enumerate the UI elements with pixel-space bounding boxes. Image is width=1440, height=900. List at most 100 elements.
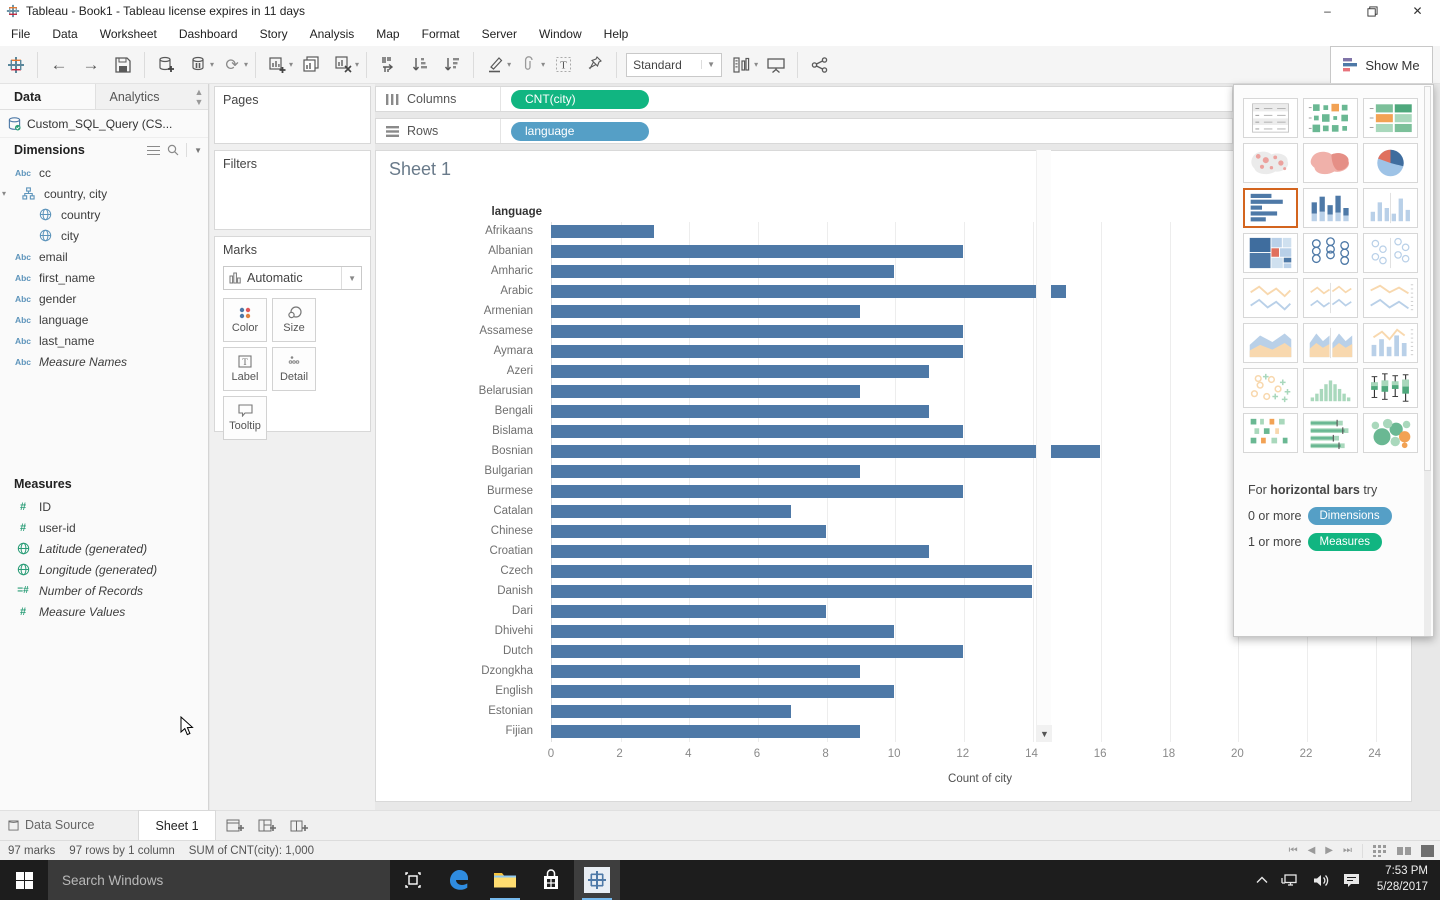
sort-ascending-icon[interactable] [405, 50, 435, 80]
show-me-stacked-bars[interactable] [1303, 188, 1358, 228]
bar-dzongkha[interactable] [551, 665, 860, 678]
bar-dutch[interactable] [551, 645, 963, 658]
filters-shelf[interactable]: Filters [214, 150, 371, 230]
show-me-packed-bubbles[interactable] [1363, 413, 1418, 453]
search-input[interactable] [48, 860, 390, 900]
rows-shelf[interactable]: Rows language [375, 118, 1233, 144]
new-worksheet-button[interactable] [222, 814, 248, 840]
highlight-icon[interactable] [480, 50, 510, 80]
new-data-source-icon[interactable] [151, 50, 181, 80]
measure-number-of-records[interactable]: =# Number of Records [0, 580, 208, 601]
scroll-down-icon[interactable]: ▼ [1037, 725, 1052, 742]
bar-danish[interactable] [551, 585, 1032, 598]
label-button[interactable]: T Label [223, 347, 267, 391]
category-label[interactable]: Amharic [376, 265, 542, 277]
taskbar-search[interactable] [48, 860, 390, 900]
tab-data[interactable]: Data [0, 84, 96, 109]
last-sheet-icon[interactable]: ⏭ [1343, 845, 1352, 856]
bar-afrikaans[interactable] [551, 225, 654, 238]
show-me-symbol-map[interactable] [1243, 143, 1298, 183]
pane-splitter-icon[interactable]: ▲ ▼ [190, 84, 208, 109]
category-label[interactable]: English [376, 685, 542, 697]
dimension-gender[interactable]: Abc gender [0, 288, 208, 309]
minimize-button[interactable]: – [1305, 0, 1350, 22]
size-button[interactable]: Size [272, 298, 316, 342]
show-me-dual-lines[interactable] [1363, 278, 1418, 318]
share-icon[interactable] [804, 50, 834, 80]
network-icon[interactable] [1281, 873, 1299, 888]
pause-updates-icon[interactable] [183, 50, 213, 80]
measure-user-id[interactable]: # user-id [0, 517, 208, 538]
category-label[interactable]: Bosnian [376, 445, 542, 457]
menu-data[interactable]: Data [41, 22, 88, 46]
dimension-language[interactable]: Abc language [0, 309, 208, 330]
measure-latitude-generated-[interactable]: Latitude (generated) [0, 538, 208, 559]
category-label[interactable]: Chinese [376, 525, 542, 537]
bar-bulgarian[interactable] [551, 465, 860, 478]
refresh-icon[interactable]: ⟳ [217, 50, 247, 80]
menu-worksheet[interactable]: Worksheet [89, 22, 168, 46]
tab-analytics[interactable]: Analytics [96, 84, 191, 109]
pane-menu-icon[interactable]: ▼ [194, 146, 202, 155]
menu-dashboard[interactable]: Dashboard [168, 22, 249, 46]
category-label[interactable]: Dzongkha [376, 665, 542, 677]
show-me-gantt[interactable] [1243, 413, 1298, 453]
bar-czech[interactable] [551, 565, 1032, 578]
sort-descending-icon[interactable] [437, 50, 467, 80]
show-hide-cards-icon[interactable] [727, 50, 757, 80]
new-worksheet-icon[interactable] [262, 50, 292, 80]
bar-amharic[interactable] [551, 265, 895, 278]
presentation-mode-icon[interactable] [761, 50, 791, 80]
menu-story[interactable]: Story [249, 22, 299, 46]
bar-burmese[interactable] [551, 485, 963, 498]
dimension-last-name[interactable]: Abc last_name [0, 330, 208, 351]
measure-id[interactable]: # ID [0, 496, 208, 517]
columns-shelf[interactable]: Columns CNT(city) [375, 86, 1233, 112]
show-me-heat-map[interactable] [1303, 98, 1358, 138]
filmstrip-icon[interactable] [1397, 845, 1411, 857]
bar-aymara[interactable] [551, 345, 963, 358]
menu-analysis[interactable]: Analysis [299, 22, 366, 46]
edge-icon[interactable] [436, 860, 482, 900]
show-me-area-discrete[interactable] [1303, 323, 1358, 363]
tableau-taskbar-icon[interactable] [574, 860, 620, 900]
category-label[interactable]: Burmese [376, 485, 542, 497]
show-me-side-by-side-bars[interactable] [1363, 188, 1418, 228]
measure-longitude-generated-[interactable]: Longitude (generated) [0, 559, 208, 580]
bar-belarusian[interactable] [551, 385, 860, 398]
view-list-icon[interactable] [147, 145, 161, 156]
store-icon[interactable] [528, 860, 574, 900]
category-label[interactable]: Albanian [376, 245, 542, 257]
menu-format[interactable]: Format [411, 22, 471, 46]
category-label[interactable]: Dhivehi [376, 625, 542, 637]
presentation-film-icon[interactable] [1421, 844, 1434, 857]
start-button[interactable] [0, 860, 48, 900]
dimension-country-city[interactable]: ▾ country, city [0, 183, 208, 204]
rows-pill-language[interactable]: language [511, 121, 649, 141]
restore-button[interactable] [1350, 0, 1395, 22]
bar-dhivehi[interactable] [551, 625, 895, 638]
tab-data-source[interactable]: Data Source [0, 810, 108, 840]
category-label[interactable]: Arabic [376, 285, 542, 297]
task-view-button[interactable] [390, 860, 436, 900]
datasource-item[interactable]: Custom_SQL_Query (CS... [0, 110, 208, 138]
bar-croatian[interactable] [551, 545, 929, 558]
detail-button[interactable]: Detail [272, 347, 316, 391]
columns-pill-cnt-city-[interactable]: CNT(city) [511, 89, 649, 109]
next-sheet-icon[interactable]: ▶ [1325, 845, 1333, 856]
category-label[interactable]: Afrikaans [376, 225, 542, 237]
show-me-dual-combination[interactable] [1363, 323, 1418, 363]
menu-help[interactable]: Help [593, 22, 640, 46]
dimension-first-name[interactable]: Abc first_name [0, 267, 208, 288]
bar-fijian[interactable] [551, 725, 860, 738]
show-me-scrollbar[interactable] [1424, 86, 1431, 636]
category-label[interactable]: Danish [376, 585, 542, 597]
category-label[interactable]: Bengali [376, 405, 542, 417]
category-label[interactable]: Estonian [376, 705, 542, 717]
swap-axes-icon[interactable] [373, 50, 403, 80]
notification-icon[interactable] [1343, 873, 1360, 888]
dimension-cc[interactable]: Abc cc [0, 162, 208, 183]
bar-armenian[interactable] [551, 305, 860, 318]
mark-type-dropdown[interactable]: Automatic ▼ [223, 266, 362, 290]
show-me-horizontal-bars[interactable] [1243, 188, 1298, 228]
